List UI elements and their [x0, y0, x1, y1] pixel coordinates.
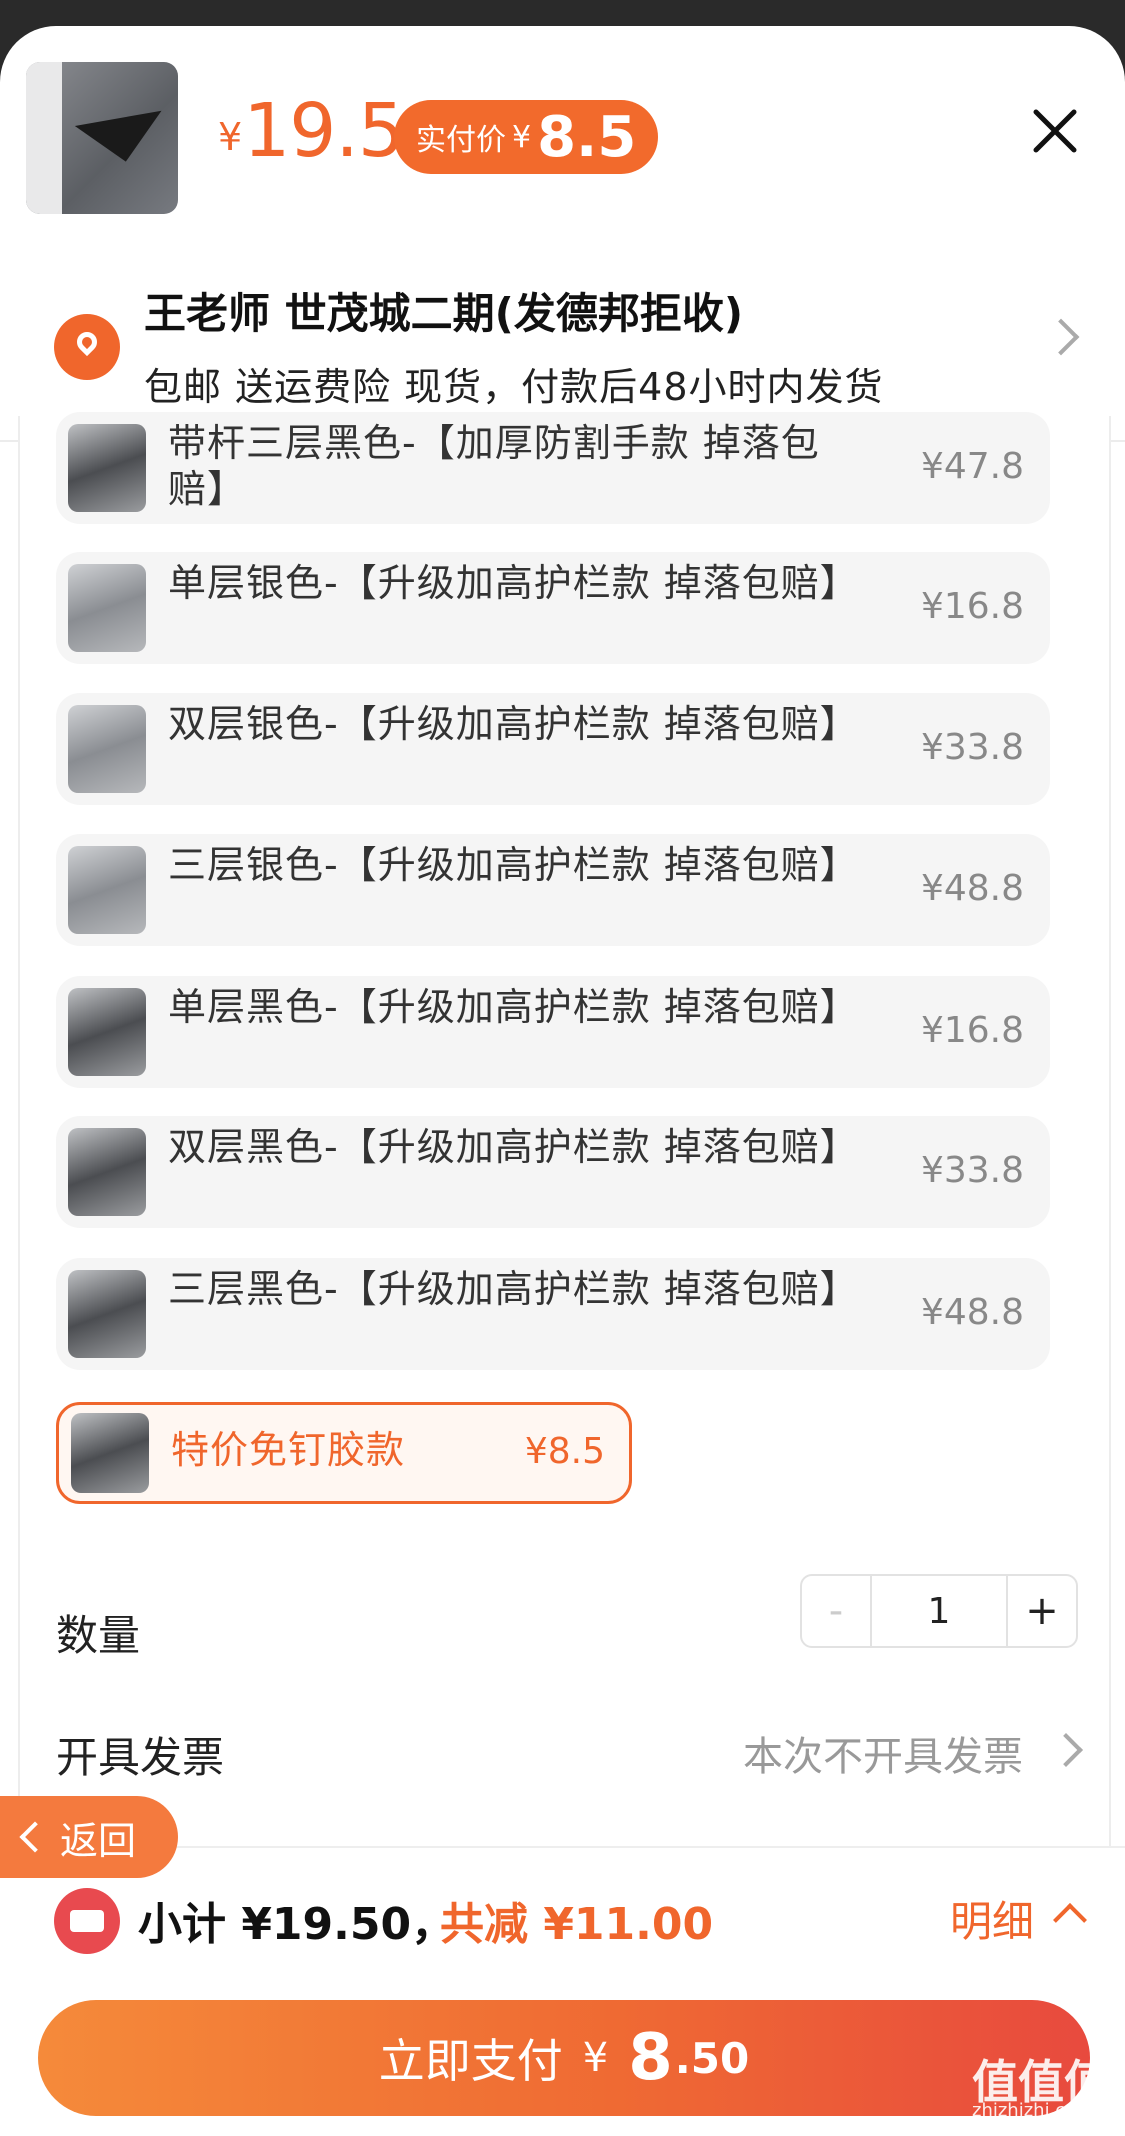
chevron-left-icon: [19, 1821, 51, 1853]
chevron-right-icon: [1049, 1733, 1083, 1767]
option-thumbnail: [71, 1413, 149, 1493]
address-recipient: 王老师 世茂城二期(发德邦拒收): [144, 289, 744, 338]
option-price: ¥33.8: [920, 727, 1024, 768]
option-item-selected[interactable]: 特价免钉胶款 ¥8.5: [56, 1402, 632, 1504]
option-item[interactable]: 单层黑色-【升级加高护栏款 掉落包赔】 ¥16.8: [56, 976, 1050, 1088]
option-thumbnail: [68, 1128, 146, 1216]
shipping-info: 包邮 送运费险 现货，付款后48小时内发货: [144, 365, 884, 409]
option-thumbnail: [68, 424, 146, 512]
invoice-label: 开具发票: [56, 1733, 225, 1782]
pay-button-decimals: .50: [674, 2033, 750, 2083]
option-item[interactable]: 带杆三层黑色-【加厚防割手款 掉落包赔】 ¥47.8: [56, 412, 1050, 524]
option-price: ¥48.8: [920, 868, 1024, 909]
original-price: ¥19.5: [218, 88, 405, 174]
option-thumbnail: [68, 846, 146, 934]
subtotal-text: 小计 ¥19.50，: [138, 1899, 456, 1950]
quantity-value[interactable]: 1: [870, 1576, 1008, 1646]
back-label: 返回: [60, 1818, 137, 1863]
pay-button-label: 立即支付: [378, 2034, 563, 2088]
watermark-url: zhizhizhi.com: [972, 2100, 1094, 2121]
option-item[interactable]: 双层黑色-【升级加高护栏款 掉落包赔】 ¥33.8: [56, 1116, 1050, 1228]
quantity-label: 数量: [56, 1611, 141, 1660]
close-icon[interactable]: [1032, 108, 1078, 154]
invoice-value: 本次不开具发票: [743, 1734, 1023, 1780]
options-list: 带杆三层黑色-【加厚防割手款 掉落包赔】 ¥47.8 单层银色-【升级加高护栏款…: [18, 412, 1111, 1846]
pay-button-currency: ¥: [582, 2035, 609, 2081]
option-label: 双层银色-【升级加高护栏款 掉落包赔】: [168, 702, 859, 746]
pay-button-amount: 8: [628, 2021, 673, 2095]
option-item[interactable]: 三层银色-【升级加高护栏款 掉落包赔】 ¥48.8: [56, 834, 1050, 946]
quantity-stepper: - 1 +: [800, 1574, 1078, 1648]
option-price: ¥16.8: [920, 1010, 1024, 1051]
option-label: 单层黑色-【升级加高护栏款 掉落包赔】: [168, 985, 859, 1029]
option-thumbnail: [68, 564, 146, 652]
increment-button[interactable]: +: [1008, 1576, 1076, 1646]
option-thumbnail: [68, 705, 146, 793]
option-price: ¥8.5: [524, 1431, 605, 1472]
option-price: ¥47.8: [920, 446, 1024, 487]
option-price: ¥33.8: [920, 1150, 1024, 1191]
option-item[interactable]: 单层银色-【升级加高护栏款 掉落包赔】 ¥16.8: [56, 552, 1050, 664]
chevron-right-icon: [1042, 318, 1080, 356]
option-label: 特价免钉胶款: [171, 1428, 406, 1472]
option-label: 三层银色-【升级加高护栏款 掉落包赔】: [168, 843, 859, 887]
option-item[interactable]: 双层银色-【升级加高护栏款 掉落包赔】 ¥33.8: [56, 693, 1050, 805]
option-thumbnail: [68, 988, 146, 1076]
detail-link[interactable]: 明细: [950, 1888, 1034, 1949]
coupon-icon: [54, 1888, 120, 1954]
option-label: 带杆三层黑色-【加厚防割手款 掉落包赔】: [168, 421, 820, 511]
option-label: 三层黑色-【升级加高护栏款 掉落包赔】: [168, 1267, 859, 1311]
product-thumbnail: [26, 62, 178, 214]
decrement-button[interactable]: -: [802, 1576, 870, 1646]
option-item[interactable]: 三层黑色-【升级加高护栏款 掉落包赔】 ¥48.8: [56, 1258, 1050, 1370]
back-button[interactable]: 返回: [0, 1796, 178, 1878]
discount-text: 共减 ¥11.00: [440, 1899, 714, 1950]
option-thumbnail: [68, 1270, 146, 1358]
option-price: ¥48.8: [920, 1292, 1024, 1333]
location-pin-icon: [54, 314, 120, 380]
option-label: 双层黑色-【升级加高护栏款 掉落包赔】: [168, 1125, 859, 1169]
actual-price-badge: 实付价 ¥ 8.5: [394, 100, 659, 174]
option-price: ¥16.8: [920, 586, 1024, 627]
pay-now-button[interactable]: 立即支付 ¥ 8 .50: [38, 2000, 1090, 2116]
option-label: 单层银色-【升级加高护栏款 掉落包赔】: [168, 561, 859, 605]
